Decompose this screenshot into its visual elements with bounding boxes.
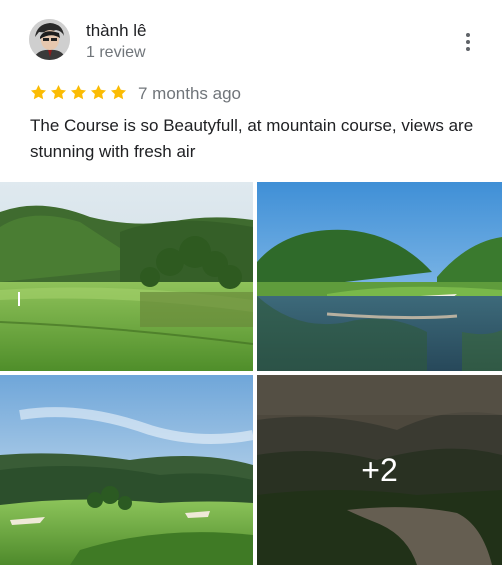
more-photos-overlay[interactable]: +2 — [257, 375, 502, 565]
star-icon — [110, 84, 127, 100]
more-photos-count: +2 — [361, 452, 398, 488]
review-text: The Course is so Beautyfull, at mountain… — [30, 116, 474, 161]
reviewer-avatar[interactable] — [29, 19, 70, 60]
review-photo-2[interactable] — [257, 182, 502, 371]
review-date: 7 months ago — [138, 84, 242, 103]
reviewer-name[interactable]: thành lê — [86, 20, 147, 42]
review-photo-3[interactable] — [0, 375, 253, 565]
star-icon — [70, 84, 87, 100]
review-photo-1[interactable] — [0, 182, 253, 371]
reviewer-review-count: 1 review — [86, 44, 146, 61]
more-options-button[interactable] — [456, 30, 480, 54]
more-vert-icon — [466, 33, 470, 37]
star-icon — [50, 84, 67, 100]
star-rating — [29, 83, 128, 102]
review-card: thành lê 1 review 7 months ago The Cours… — [0, 0, 502, 587]
review-photo-4[interactable]: +2 — [257, 375, 502, 565]
star-icon — [90, 84, 107, 100]
star-icon — [30, 84, 47, 100]
